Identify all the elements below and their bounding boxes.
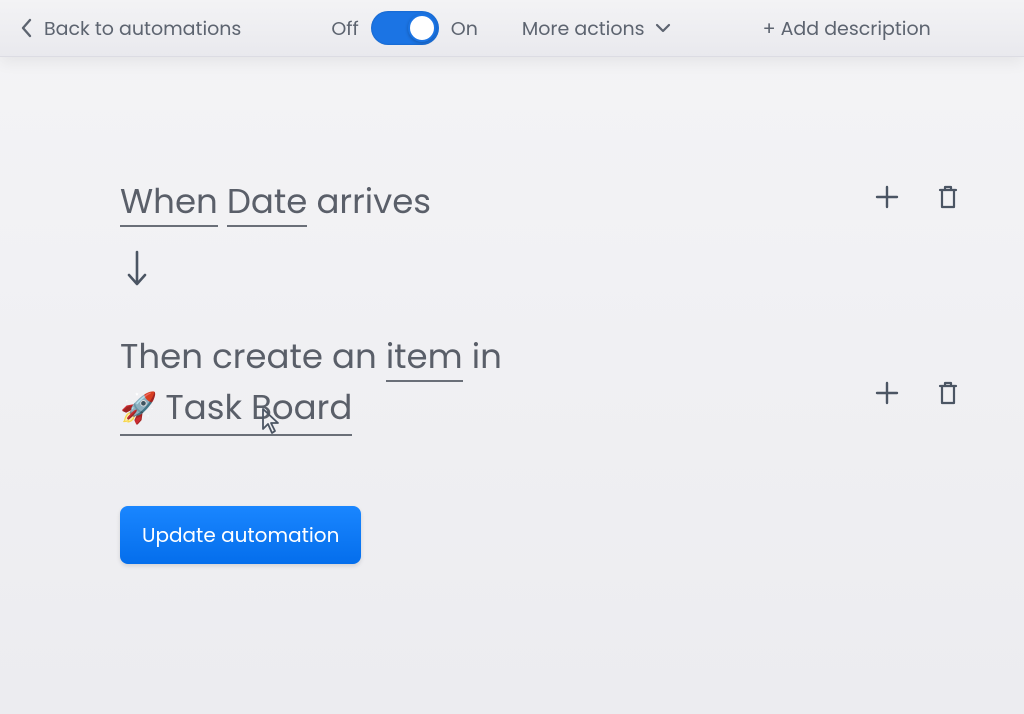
action-in-text: in xyxy=(472,332,502,380)
action-board-token[interactable]: 🚀 Task Board xyxy=(120,383,352,436)
add-trigger-button[interactable] xyxy=(874,184,900,210)
more-actions-dropdown[interactable]: More actions xyxy=(522,14,671,43)
delete-trigger-button[interactable] xyxy=(936,183,960,211)
update-automation-label: Update automation xyxy=(142,521,339,549)
add-description-button[interactable]: + Add description xyxy=(763,14,931,43)
back-label: Back to automations xyxy=(44,14,241,43)
arrow-down-icon xyxy=(124,248,760,290)
action-sentence: Then create an item in 🚀 Task Board xyxy=(120,332,760,436)
chevron-down-icon xyxy=(655,22,671,34)
delete-action-button[interactable] xyxy=(936,379,960,407)
automation-canvas: When Date arrives xyxy=(0,57,1024,564)
more-actions-label: More actions xyxy=(522,14,645,43)
automation-toggle-group: Off On xyxy=(331,11,478,45)
rocket-icon: 🚀 xyxy=(120,393,157,423)
back-to-automations-button[interactable]: Back to automations xyxy=(20,14,241,43)
add-action-button[interactable] xyxy=(874,380,900,406)
toggle-on-label: On xyxy=(451,14,478,43)
action-row-actions xyxy=(874,361,964,407)
automation-toggle[interactable] xyxy=(371,11,439,45)
trigger-row-actions xyxy=(874,177,964,211)
trigger-row: When Date arrives xyxy=(120,177,964,306)
trigger-sentence: When Date arrives xyxy=(120,177,760,226)
automation-topbar: Back to automations Off On More actions … xyxy=(0,0,1024,57)
trigger-arrives-text: arrives xyxy=(316,177,431,225)
action-item-token[interactable]: item xyxy=(386,332,463,382)
action-row: Then create an item in 🚀 Task Board xyxy=(120,332,964,436)
update-automation-button[interactable]: Update automation xyxy=(120,506,361,564)
action-board-name: Task Board xyxy=(165,383,352,432)
chevron-left-icon xyxy=(20,17,34,39)
trigger-when-token[interactable]: When xyxy=(120,177,218,227)
add-description-label: + Add description xyxy=(763,15,931,42)
toggle-off-label: Off xyxy=(331,14,358,43)
action-then-text: Then create an xyxy=(120,332,377,380)
toggle-knob xyxy=(408,14,436,42)
trigger-field-token[interactable]: Date xyxy=(227,177,307,227)
